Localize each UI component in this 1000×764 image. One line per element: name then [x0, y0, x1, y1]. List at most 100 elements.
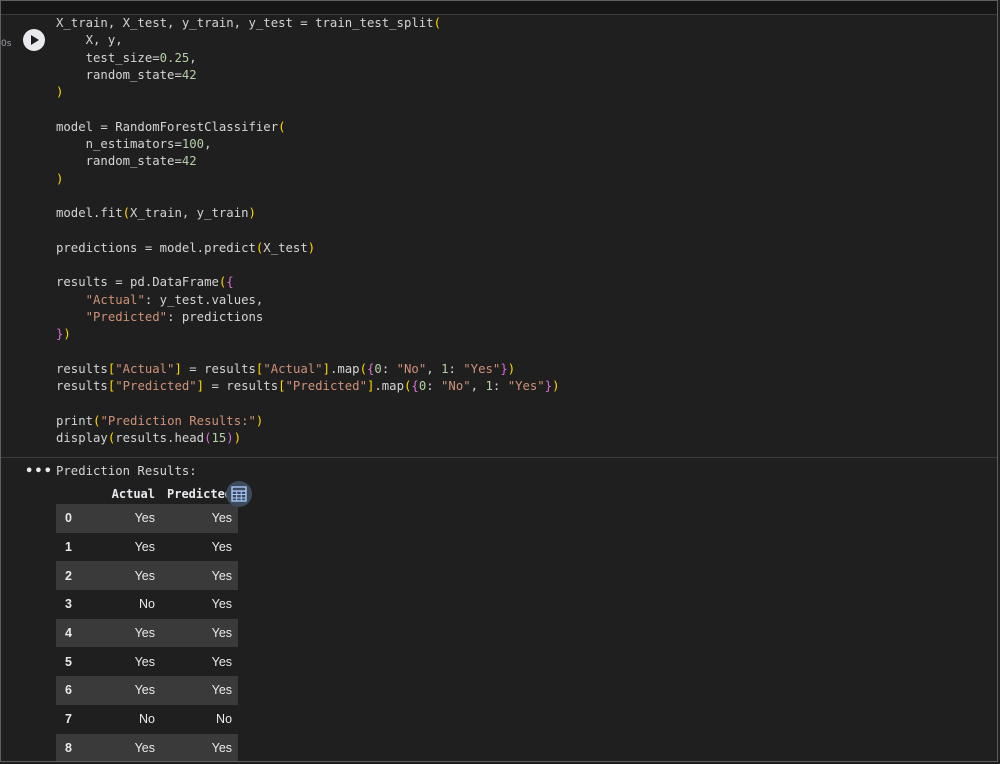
code-token: {: [411, 379, 419, 394]
code-token: ]: [322, 361, 330, 376]
code-token: results: [56, 379, 108, 394]
predicted-cell: Yes: [161, 561, 239, 591]
table-row: 6 Yes Yes: [56, 676, 239, 705]
output-actions-menu-icon[interactable]: •••: [25, 464, 53, 479]
code-token: .map: [374, 379, 404, 394]
code-token: (: [278, 119, 286, 134]
row-index-cell: 3: [56, 590, 97, 619]
code-token: .map: [329, 361, 360, 376]
actual-cell: No: [97, 704, 161, 734]
code-token: model = RandomForestClassifier: [56, 119, 279, 134]
code-token: (: [122, 206, 131, 221]
table-row: 5 Yes Yes: [56, 647, 239, 677]
table-row: 8 Yes Yes: [56, 733, 239, 761]
predicted-cell: Yes: [161, 676, 239, 705]
code-token: ): [56, 85, 64, 100]
code-token: 0.25: [159, 50, 190, 65]
code-token: ,: [204, 137, 212, 152]
table-icon: [231, 486, 247, 502]
code-token: "Actual": [263, 361, 323, 376]
notebook-cell-frame: 0s X_train, X_test, y_train, y_test = tr…: [0, 0, 998, 762]
code-token: {: [226, 275, 234, 290]
code-token: 0: [374, 361, 382, 376]
row-index-cell: 7: [56, 704, 97, 734]
code-token: 42: [181, 67, 197, 82]
code-token: :: [426, 379, 442, 394]
actual-cell: Yes: [97, 733, 161, 761]
actual-cell: Yes: [97, 504, 161, 533]
code-token: display: [56, 431, 108, 446]
code-token: [: [278, 379, 286, 394]
actual-cell: Yes: [97, 618, 161, 648]
code-token: predictions = model.predict: [56, 240, 256, 255]
code-token: test_size=: [56, 50, 160, 65]
code-token: = results: [181, 361, 256, 376]
code-token: ): [552, 379, 560, 394]
actual-cell: No: [97, 590, 161, 619]
actual-cell: Yes: [97, 647, 161, 677]
code-token: ): [226, 431, 234, 446]
actual-cell: Yes: [97, 676, 161, 705]
code-token: "Predicted": [285, 379, 367, 394]
code-token: ): [507, 361, 516, 376]
predicted-cell: No: [161, 704, 239, 734]
predicted-cell: Yes: [161, 647, 239, 677]
convert-to-interactive-table-button[interactable]: [226, 481, 252, 507]
predicted-cell: Yes: [161, 618, 239, 648]
dataframe-table: Actual Predicted 0 Yes Yes 1 Yes Yes 2 Yes Yes 3 N…: [56, 484, 239, 761]
code-token: }: [544, 379, 553, 394]
code-token: }: [500, 361, 508, 376]
code-token: "Yes": [463, 361, 501, 376]
code-token: : y_test.values,: [144, 292, 264, 307]
code-token: "Prediction Results:": [100, 413, 256, 428]
code-line: random_state=42: [56, 153, 560, 170]
column-header-actual: Actual: [111, 487, 155, 501]
code-token: "No": [396, 361, 427, 376]
table-row: 4 Yes Yes: [56, 618, 239, 648]
play-icon: [31, 35, 39, 45]
predicted-cell: Yes: [161, 504, 239, 533]
predicted-cell: Yes: [161, 590, 239, 619]
code-line: random_state=42: [56, 67, 560, 84]
code-line: model.fit(X_train, y_train): [56, 205, 560, 222]
code-token: random_state=: [56, 154, 182, 169]
code-token: results.head: [115, 431, 205, 446]
code-line: model = RandomForestClassifier(: [56, 119, 560, 136]
code-line: results = pd.DataFrame({: [56, 274, 560, 291]
code-token: results: [56, 361, 108, 376]
actual-cell: Yes: [97, 532, 161, 562]
code-token: ]: [196, 379, 205, 394]
code-token: = results: [204, 379, 279, 394]
top-toolbar-strip: [1, 1, 997, 15]
code-token: model.fit: [56, 206, 123, 221]
predicted-cell: Yes: [161, 532, 239, 562]
code-token: :: [492, 379, 508, 394]
code-token: 100: [181, 137, 205, 152]
code-line: test_size=0.25,: [56, 50, 560, 67]
code-line: ): [56, 171, 560, 188]
row-index-cell: 4: [56, 618, 97, 648]
code-token: 15: [211, 431, 227, 446]
code-editor[interactable]: X_train, X_test, y_train, y_test = train…: [56, 15, 560, 447]
code-line: "Actual": y_test.values,: [56, 292, 560, 309]
code-token: results = pd.DataFrame: [56, 275, 219, 290]
code-token: :: [448, 361, 464, 376]
output-divider: [1, 457, 997, 458]
row-index-cell: 2: [56, 561, 97, 591]
code-token: ,: [189, 50, 197, 65]
code-token: print: [56, 413, 94, 428]
code-token: : predictions: [167, 310, 264, 325]
code-token: ): [63, 327, 71, 342]
code-token: "Actual": [115, 361, 175, 376]
code-token: ]: [174, 361, 182, 376]
run-cell-button[interactable]: [23, 29, 45, 51]
code-token: ): [248, 206, 256, 221]
code-line: X_train, X_test, y_train, y_test = train…: [56, 15, 560, 32]
code-token: "Yes": [507, 379, 545, 394]
table-row: 7 No No: [56, 704, 239, 734]
